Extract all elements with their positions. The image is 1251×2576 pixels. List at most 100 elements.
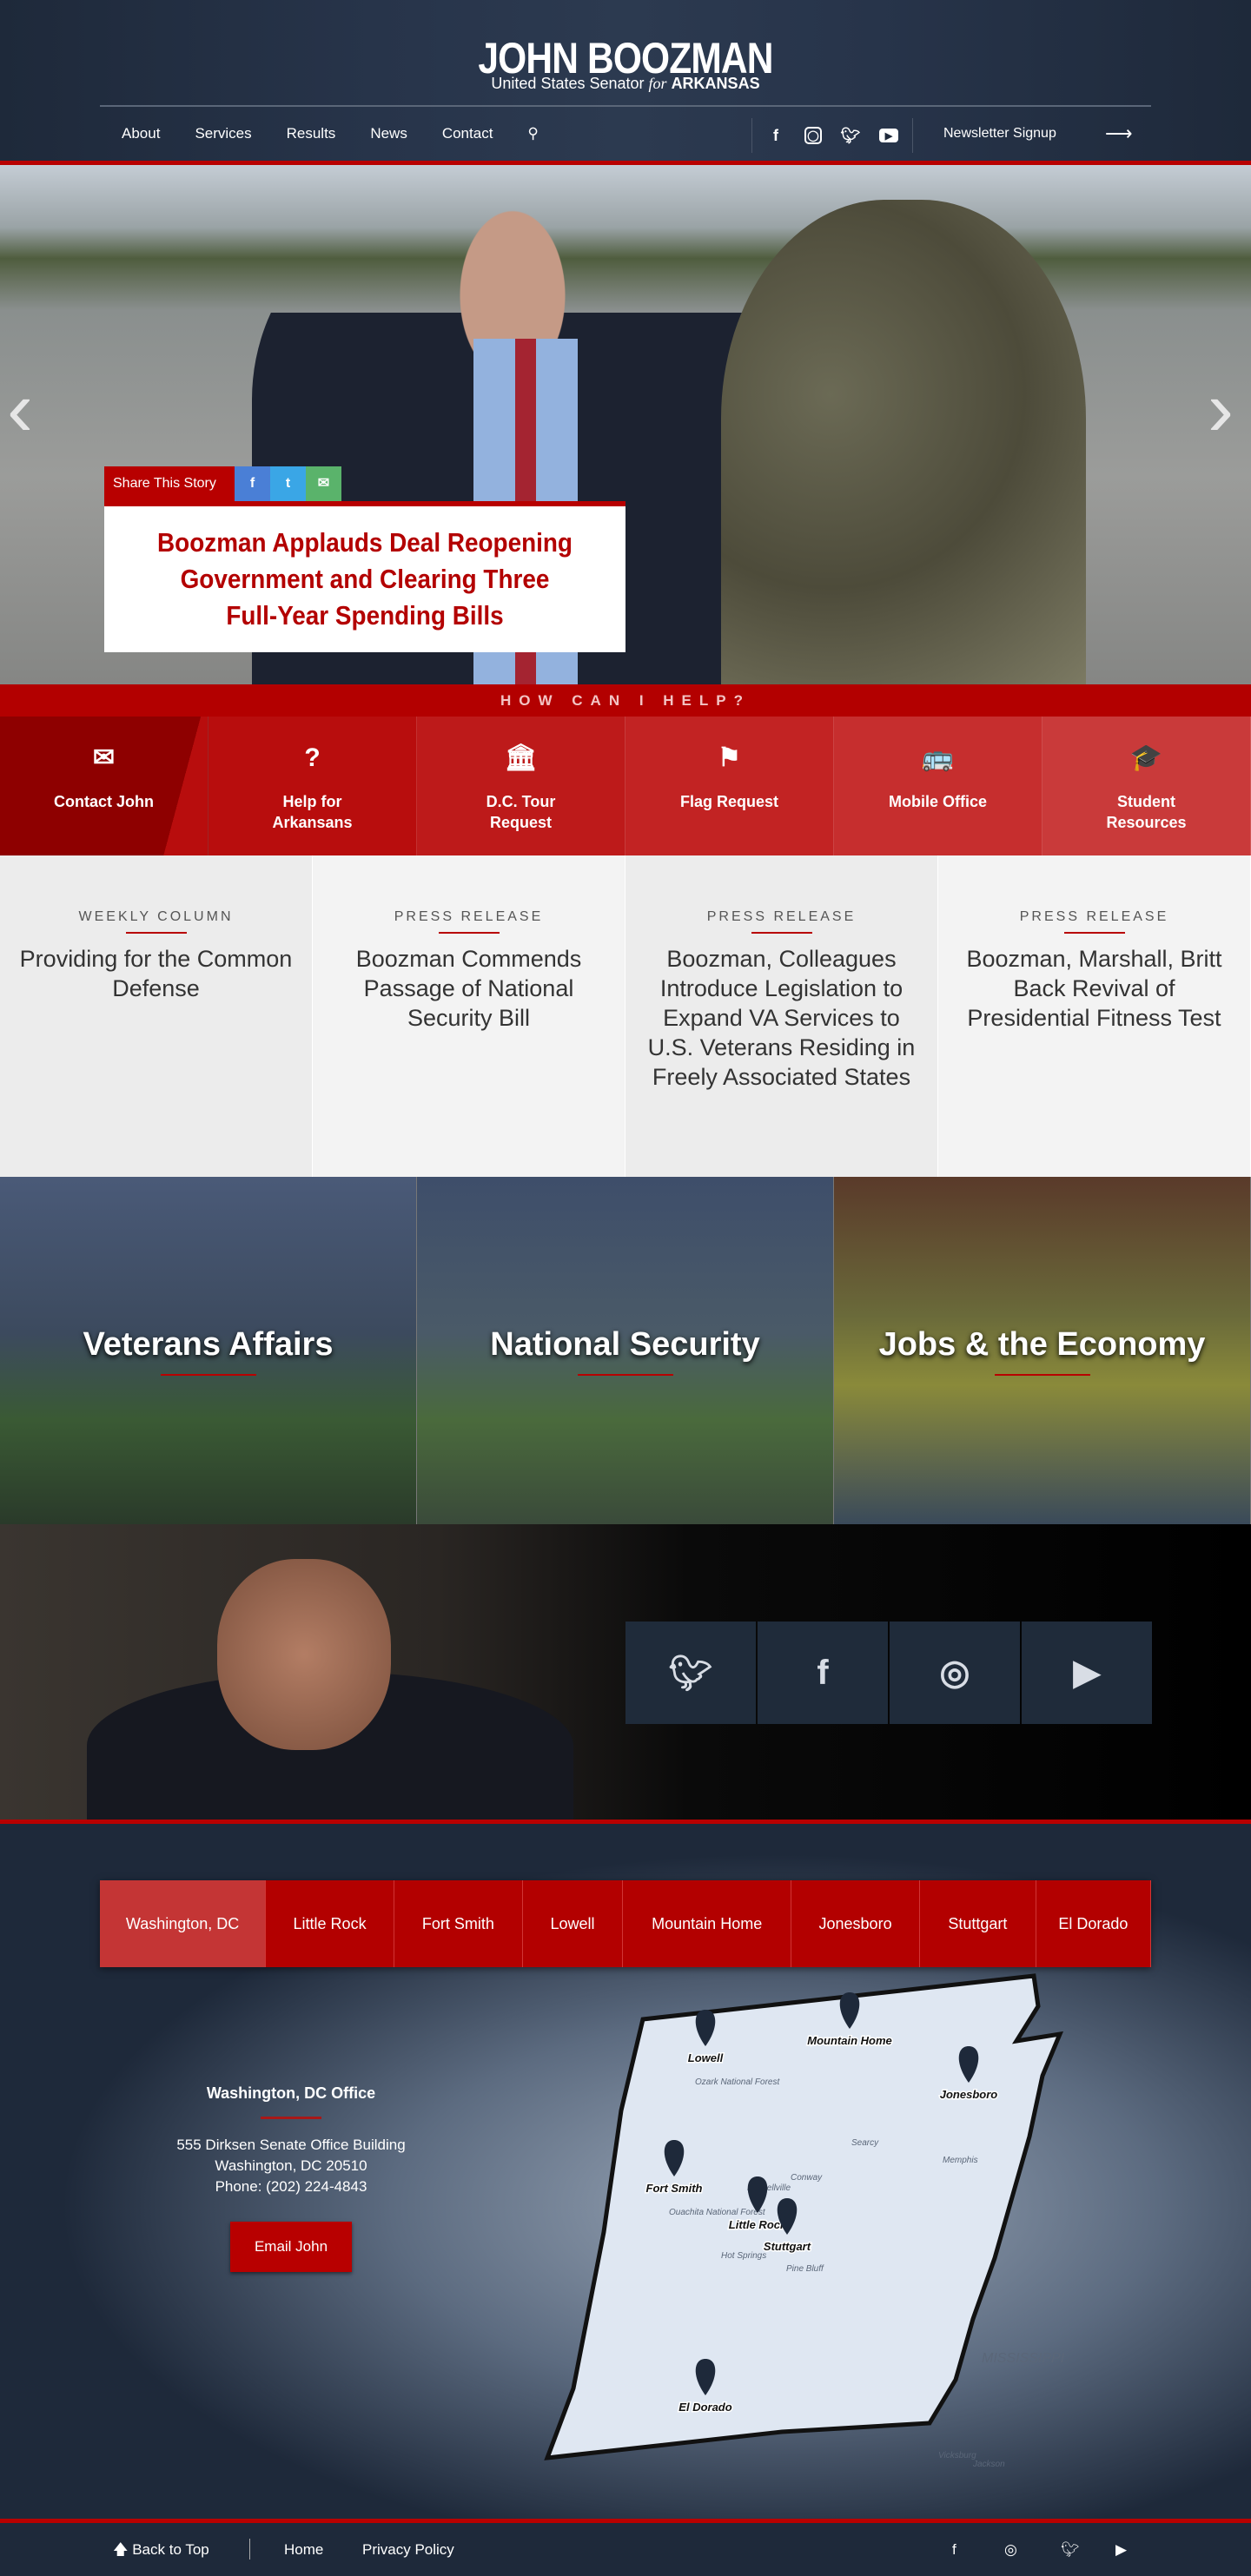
office-tab[interactable]: Washington, DC — [100, 1880, 267, 1967]
map-pin-label: El Dorado — [678, 2401, 731, 2414]
hero-headline[interactable]: Boozman Applauds Deal Reopening Governme… — [154, 525, 576, 634]
office-tab[interactable]: Stuttgart — [920, 1880, 1036, 1967]
map-label: Vicksburg — [938, 2451, 976, 2460]
press-item[interactable]: PRESS RELEASE Boozman, Marshall, Britt Ba… — [938, 855, 1251, 1177]
footer-privacy-link[interactable]: Privacy Policy — [362, 2540, 454, 2559]
help-tile-label: Help for Arkansans — [272, 793, 353, 831]
press-title[interactable]: Providing for the Common Defense — [17, 944, 295, 1003]
press-releases: WEEKLY COLUMN Providing for the Common De… — [0, 855, 1251, 1177]
office-tab[interactable]: Jonesboro — [791, 1880, 920, 1967]
instagram-icon[interactable]: ◯ — [804, 127, 822, 144]
twitter-icon[interactable]: 🐦︎ — [1061, 2540, 1080, 2559]
help-tile[interactable]: ✉ Contact John — [0, 717, 208, 855]
chevron-right-icon[interactable]: › — [1208, 365, 1234, 454]
press-item[interactable]: PRESS RELEASE Boozman Commends Passage of… — [313, 855, 626, 1177]
newsletter-signup-link[interactable]: Newsletter Signup — [943, 122, 1056, 146]
map-pin-label: Lowell — [688, 2051, 724, 2064]
social-section: 🐦︎ f ◎ ▶ — [0, 1524, 1251, 1820]
arrow-up-icon: 🡅 — [113, 2541, 129, 2558]
office-tab[interactable]: Mountain Home — [623, 1880, 792, 1967]
map-label: Jackson — [972, 2460, 1005, 2469]
office-title: Washington, DC Office — [206, 2084, 376, 2102]
youtube-icon[interactable]: ▶ — [1115, 2540, 1127, 2559]
issue-tiles: Veterans Affairs National Security Jobs & … — [0, 1177, 1251, 1524]
nav-contact[interactable]: Contact — [442, 122, 493, 146]
office-tab[interactable]: Lowell — [523, 1880, 624, 1967]
map-label: Ozark National Forest — [695, 2077, 780, 2087]
instagram-icon[interactable]: ◎ — [890, 1622, 1020, 1724]
footer: 🡅 Back to Top Home Privacy Policy f ◎ 🐦︎… — [0, 2523, 1251, 2576]
help-tile[interactable]: ⚑ Flag Request — [626, 717, 834, 855]
help-tile[interactable]: 🚌 Mobile Office — [834, 717, 1042, 855]
youtube-icon[interactable]: ▶ — [1022, 1622, 1152, 1724]
instagram-icon[interactable]: ◎ — [1004, 2540, 1017, 2559]
divider — [994, 1373, 1090, 1376]
press-item[interactable]: WEEKLY COLUMN Providing for the Common De… — [0, 855, 313, 1177]
help-heading: HOW CAN I HELP? — [0, 684, 1251, 717]
office-tab[interactable]: Little Rock — [266, 1880, 394, 1967]
press-item[interactable]: PRESS RELEASE Boozman, Colleagues Introdu… — [626, 855, 938, 1177]
facebook-icon[interactable]: f — [758, 1622, 888, 1724]
nav-news[interactable]: News — [370, 122, 407, 146]
email-john-button[interactable]: Email John — [230, 2222, 352, 2272]
press-title[interactable]: Boozman, Marshall, Britt Back Revival of… — [956, 944, 1233, 1033]
help-tile[interactable]: ? Help for Arkansans — [208, 717, 417, 855]
office-address-line1: 555 Dirksen Senate Office Building — [176, 2137, 406, 2153]
map-label: Memphis — [943, 2156, 978, 2165]
back-to-top-link[interactable]: 🡅 Back to Top — [113, 2540, 209, 2559]
office-tab[interactable]: Fort Smith — [394, 1880, 523, 1967]
divider — [160, 1373, 256, 1376]
office-tab[interactable]: El Dorado — [1036, 1880, 1151, 1967]
nav-services[interactable]: Services — [195, 122, 251, 146]
site-subtitle: United States Senator for ARKANSAS — [491, 75, 760, 92]
nav-about[interactable]: About — [122, 122, 160, 146]
map-pin-label: Fort Smith — [646, 2182, 703, 2195]
nav-results[interactable]: Results — [287, 122, 336, 146]
youtube-icon[interactable]: ▶ — [879, 129, 898, 142]
social-links: f ◯ 🐦︎ ▶ — [751, 118, 913, 153]
facebook-icon[interactable]: f — [952, 2540, 956, 2559]
capitol-icon: 🏛 — [504, 743, 538, 772]
email-share-icon[interactable]: ✉ — [306, 466, 341, 501]
hero-slider: ‹ › Share This Story f t ✉ Boozman Appla… — [0, 165, 1251, 684]
divider — [100, 105, 1151, 107]
facebook-share-icon[interactable]: f — [235, 466, 270, 501]
help-tiles: ✉ Contact John ? Help for Arkansans 🏛 D.C. To… — [0, 717, 1251, 855]
hero-headline-card[interactable]: Boozman Applauds Deal Reopening Governme… — [104, 501, 626, 652]
office-tabs: Washington, DC Little Rock Fort Smith Lowel… — [100, 1880, 1151, 1967]
issue-tile[interactable]: Veterans Affairs — [0, 1177, 417, 1524]
chevron-left-icon[interactable]: ‹ — [7, 365, 33, 454]
graduation-cap-icon: 🎓 — [1129, 743, 1163, 772]
help-tile-label: Student Resources — [1106, 793, 1187, 831]
divider — [249, 2539, 250, 2559]
help-tile[interactable]: 🎓 Student Resources — [1042, 717, 1251, 855]
map-label: Ouachita National Forest — [669, 2208, 766, 2217]
facebook-icon[interactable]: f — [766, 126, 785, 145]
mail-icon: ✉ — [92, 743, 116, 772]
arrow-right-icon[interactable]: ⟶ — [1105, 122, 1133, 146]
twitter-icon[interactable]: 🐦︎ — [626, 1622, 756, 1724]
press-title[interactable]: Boozman, Colleagues Introduce Legislatio… — [643, 944, 920, 1092]
press-category: PRESS RELEASE — [1019, 909, 1169, 924]
map-pin-label: Jonesboro — [940, 2088, 998, 2101]
twitter-share-icon[interactable]: t — [270, 466, 306, 501]
search-icon[interactable]: ⚲ — [527, 122, 538, 146]
map-label: Pine Bluff — [786, 2264, 824, 2274]
help-tile-label: Contact John — [54, 793, 154, 810]
office-phone: Phone: (202) 224-4843 — [215, 2178, 367, 2195]
senator-photo — [217, 1559, 391, 1750]
help-tile[interactable]: 🏛 D.C. Tour Request — [417, 717, 626, 855]
arkansas-map: Ozark National Forest Ouachita National F… — [544, 1973, 1065, 2469]
map-label: Conway — [791, 2173, 823, 2183]
twitter-icon[interactable]: 🐦︎ — [841, 126, 861, 145]
issue-tile[interactable]: National Security — [417, 1177, 834, 1524]
map-label: MISSISSIPPI — [982, 2351, 1065, 2366]
press-category: PRESS RELEASE — [394, 909, 544, 924]
map-pin-label: Little Rock — [729, 2218, 787, 2231]
divider — [125, 932, 187, 934]
issue-tile[interactable]: Jobs & the Economy — [834, 1177, 1251, 1524]
flag-icon: ⚑ — [718, 743, 741, 772]
footer-home-link[interactable]: Home — [284, 2540, 323, 2559]
press-title[interactable]: Boozman Commends Passage of National Sec… — [330, 944, 607, 1033]
issue-title: Veterans Affairs — [83, 1325, 334, 1363]
